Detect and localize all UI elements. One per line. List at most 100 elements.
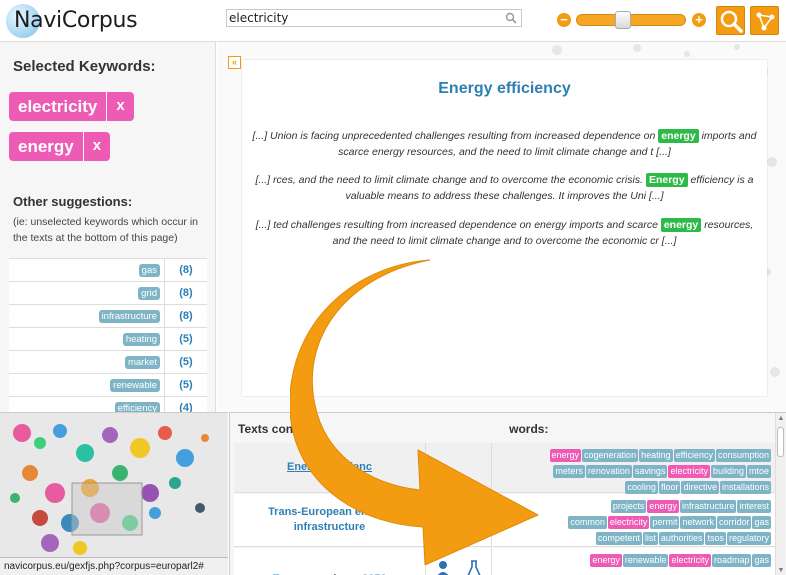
keyword-tag[interactable]: gas xyxy=(752,554,771,567)
keyword-tag[interactable]: electricity xyxy=(607,516,650,529)
keyword-tag[interactable]: cooling xyxy=(625,481,658,494)
selected-keyword-pill[interactable]: energy x xyxy=(9,132,111,161)
keyword-tag[interactable]: building xyxy=(710,465,746,478)
suggestion-row[interactable]: market (5) xyxy=(9,351,207,374)
suggestion-keyword-tag[interactable]: market xyxy=(124,355,160,369)
document-person-icon[interactable] xyxy=(436,560,454,575)
keyword-tag[interactable]: permit xyxy=(650,516,680,529)
remove-keyword-button[interactable]: x xyxy=(106,92,133,121)
keyword-tag[interactable]: energy xyxy=(647,500,679,513)
document-preview: Energy efficiency [...] Union is facing … xyxy=(242,60,767,396)
suggestion-count[interactable]: (5) xyxy=(165,351,207,373)
keyword-tag[interactable]: roadmap xyxy=(711,554,752,567)
suggestion-count[interactable]: (4) xyxy=(165,397,207,412)
suggestion-row[interactable]: gas (8) xyxy=(9,259,207,282)
suggestions-description: (ie: unselected keywords which occur in … xyxy=(13,216,199,244)
keyword-tag[interactable]: renewable xyxy=(622,554,669,567)
navicorpus-logo[interactable]: NaviCorpus xyxy=(6,4,138,38)
keyword-tag[interactable]: infrastructure xyxy=(679,500,737,513)
scroll-down-icon[interactable]: ▼ xyxy=(776,567,786,574)
suggestion-count[interactable]: (8) xyxy=(165,259,207,281)
keyword-tag[interactable]: gas xyxy=(752,516,771,529)
keyword-tag[interactable]: directive xyxy=(681,481,719,494)
suggestion-count[interactable]: (8) xyxy=(165,282,207,304)
suggestion-keyword-tag[interactable]: renewable xyxy=(110,378,160,392)
texts-heading: Texts cont words: xyxy=(238,422,549,436)
keyword-tag[interactable]: consumption xyxy=(715,449,771,462)
keyword-tag[interactable]: savings xyxy=(632,465,668,478)
keyword-tag[interactable]: authorities xyxy=(658,532,705,545)
keyword-tag[interactable]: energy xyxy=(549,449,582,462)
keyword-tag[interactable]: renovation xyxy=(585,465,632,478)
keyword-tag[interactable]: energy xyxy=(590,554,622,567)
text-title-link[interactable]: Energy roadmap 2050 xyxy=(234,548,426,575)
keyword-tag[interactable]: electricity xyxy=(668,465,710,478)
document-person-icon[interactable] xyxy=(436,508,454,528)
keyword-tag[interactable]: regulatory xyxy=(726,532,771,545)
texts-scrollbar[interactable]: ▲ ▼ xyxy=(775,413,785,575)
selected-keywords-heading: Selected Keywords: xyxy=(13,58,156,75)
suggestion-keyword-tag[interactable]: gas xyxy=(138,263,160,277)
magnifier-button[interactable] xyxy=(716,6,745,35)
keyword-tag[interactable]: list xyxy=(642,532,658,545)
table-row[interactable]: Trans-European energy infrastructure pro… xyxy=(234,494,775,547)
keywords-sidebar: Selected Keywords: electricity x energy … xyxy=(0,42,216,412)
selected-keyword-label[interactable]: electricity xyxy=(9,97,106,117)
flask-icon[interactable] xyxy=(466,508,482,528)
remove-keyword-button[interactable]: x xyxy=(82,132,110,161)
selected-keyword-label[interactable]: energy xyxy=(9,137,83,157)
suggestion-row[interactable]: grid (8) xyxy=(9,282,207,305)
table-row[interactable]: Energy efficienc energy cogeneration heati… xyxy=(234,443,775,494)
top-toolbar: NaviCorpus − + xyxy=(0,0,786,42)
suggestion-row[interactable]: renewable (5) xyxy=(9,374,207,397)
keyword-tag[interactable]: installations xyxy=(719,481,771,494)
keyword-tag[interactable]: projects xyxy=(610,500,647,513)
flask-icon[interactable] xyxy=(466,560,482,575)
keyword-tag[interactable]: cogeneration xyxy=(582,449,639,462)
keyword-tag[interactable]: floor xyxy=(658,481,681,494)
keyword-highlight: energy xyxy=(660,218,702,232)
scroll-up-icon[interactable]: ▲ xyxy=(776,415,786,422)
logo-text: NaviCorpus xyxy=(14,8,138,33)
keyword-tag[interactable]: competent xyxy=(595,532,642,545)
text-snippet: [...] ted challenges resulting from incr… xyxy=(255,218,754,247)
keyword-tag[interactable]: heating xyxy=(639,449,673,462)
suggestion-count[interactable]: (5) xyxy=(165,328,207,350)
search-input[interactable] xyxy=(227,10,497,26)
zoom-in-button[interactable]: + xyxy=(692,13,706,27)
suggestion-row[interactable]: heating (5) xyxy=(9,328,207,351)
suggestion-keyword-tag[interactable]: efficiency xyxy=(114,401,160,412)
collapse-panel-button[interactable]: « xyxy=(228,56,241,69)
suggestion-row[interactable]: infrastructure (8) xyxy=(9,305,207,328)
keyword-tag[interactable]: interest xyxy=(737,500,771,513)
keyword-tag[interactable]: tsos xyxy=(705,532,726,545)
suggestion-row[interactable]: efficiency (4) xyxy=(9,397,207,412)
suggestion-count[interactable]: (8) xyxy=(165,305,207,327)
suggestion-keyword-tag[interactable]: heating xyxy=(122,332,160,346)
search-field[interactable] xyxy=(226,9,522,27)
keyword-tag[interactable]: corridor xyxy=(716,516,752,529)
zoom-slider-handle[interactable] xyxy=(615,11,632,29)
keyword-tag[interactable]: meters xyxy=(553,465,585,478)
keyword-tags: projects energy infrastructure interest com… xyxy=(496,498,771,546)
keyword-tag[interactable]: mtoe xyxy=(746,465,771,478)
minimap-viewport[interactable] xyxy=(71,482,143,536)
suggestion-keyword-tag[interactable]: grid xyxy=(138,286,160,300)
graph-minimap[interactable] xyxy=(0,412,228,557)
suggestion-keyword-tag[interactable]: infrastructure xyxy=(98,309,160,323)
selected-keyword-pill[interactable]: electricity x xyxy=(9,92,134,121)
zoom-out-button[interactable]: − xyxy=(557,13,571,27)
sidebar-scrollbar[interactable]: ▲ ▼ xyxy=(215,42,216,412)
suggestion-count[interactable]: (5) xyxy=(165,374,207,396)
document-title[interactable]: Energy efficiency xyxy=(242,80,767,98)
scrollbar-thumb[interactable] xyxy=(777,427,784,457)
keyword-tag[interactable]: common xyxy=(568,516,607,529)
text-title-link[interactable]: Trans-European energy infrastructure xyxy=(234,494,426,546)
search-icon[interactable] xyxy=(505,12,517,24)
keyword-tag[interactable]: efficiency xyxy=(673,449,715,462)
keyword-tag[interactable]: network xyxy=(680,516,716,529)
table-row[interactable]: Energy roadmap 2050 energyrenewableelect… xyxy=(234,548,775,575)
graph-layout-button[interactable] xyxy=(750,6,779,35)
text-title-link[interactable]: Energy efficienc xyxy=(234,443,426,492)
keyword-tag[interactable]: electricity xyxy=(669,554,711,567)
